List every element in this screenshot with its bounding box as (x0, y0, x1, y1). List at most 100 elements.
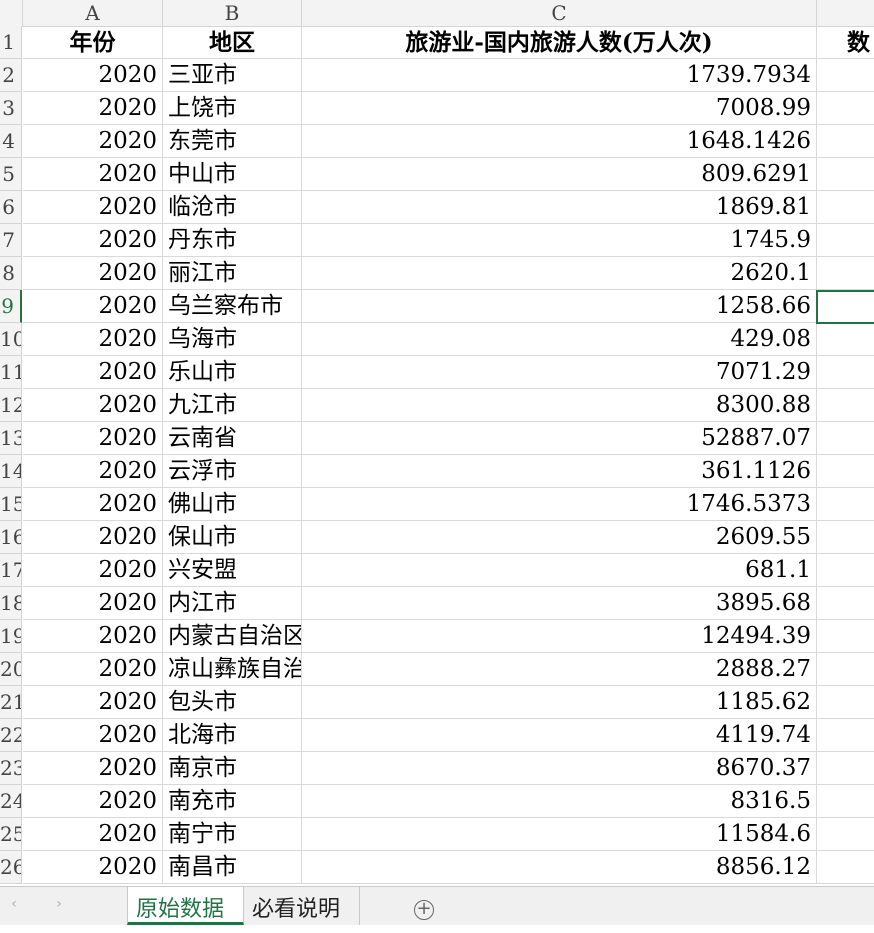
select-all-corner[interactable] (0, 0, 23, 26)
cell-region[interactable]: 三亚市 (163, 59, 302, 92)
row-number[interactable]: 13 (0, 422, 22, 455)
row-number[interactable]: 21 (0, 686, 22, 719)
cell-region[interactable]: 上饶市 (163, 92, 302, 125)
cell-d[interactable] (817, 158, 874, 191)
cell-d[interactable] (817, 191, 874, 224)
cell-d[interactable] (817, 455, 874, 488)
column-header-a[interactable]: A (23, 0, 163, 26)
cell-tourists[interactable]: 12494.39 (302, 620, 817, 653)
column-header-d[interactable] (817, 0, 874, 26)
row-number[interactable]: 24 (0, 785, 22, 818)
cell-tourists[interactable]: 7008.99 (302, 92, 817, 125)
cell-tourists[interactable]: 429.08 (302, 323, 817, 356)
header-cell-d[interactable]: 数 (817, 26, 874, 59)
cell-d[interactable] (817, 290, 874, 323)
cell-d[interactable] (817, 356, 874, 389)
column-header-c[interactable]: C (302, 0, 817, 26)
cell-d[interactable] (817, 92, 874, 125)
row-number[interactable]: 4 (0, 125, 22, 158)
cell-year[interactable]: 2020 (23, 818, 163, 851)
cell-region[interactable]: 南充市 (163, 785, 302, 818)
cell-d[interactable] (817, 257, 874, 290)
row-number[interactable]: 1 (0, 26, 22, 59)
cell-year[interactable]: 2020 (23, 455, 163, 488)
cell-region[interactable]: 南宁市 (163, 818, 302, 851)
row-number[interactable]: 6 (0, 191, 22, 224)
row-number[interactable]: 9 (0, 290, 22, 323)
cell-region[interactable]: 乌海市 (163, 323, 302, 356)
cell-d[interactable] (817, 785, 874, 818)
cell-region[interactable]: 九江市 (163, 389, 302, 422)
cell-region[interactable]: 中山市 (163, 158, 302, 191)
column-header-b[interactable]: B (163, 0, 302, 26)
row-number[interactable]: 12 (0, 389, 22, 422)
cell-year[interactable]: 2020 (23, 323, 163, 356)
cell-tourists[interactable]: 8300.88 (302, 389, 817, 422)
cell-d[interactable] (817, 653, 874, 686)
cell-region[interactable]: 北海市 (163, 719, 302, 752)
cell-tourists[interactable]: 1739.7934 (302, 59, 817, 92)
cell-year[interactable]: 2020 (23, 290, 163, 323)
row-number[interactable]: 23 (0, 752, 22, 785)
row-number[interactable]: 5 (0, 158, 22, 191)
row-number[interactable]: 10 (0, 323, 22, 356)
cell-region[interactable]: 乌兰察布市 (163, 290, 302, 323)
cell-region[interactable]: 东莞市 (163, 125, 302, 158)
cell-d[interactable] (817, 521, 874, 554)
add-sheet-icon[interactable]: + (414, 900, 434, 920)
cell-d[interactable] (817, 587, 874, 620)
header-cell-tourists[interactable]: 旅游业-国内旅游人数(万人次) (302, 26, 817, 59)
cell-year[interactable]: 2020 (23, 356, 163, 389)
cell-region[interactable]: 云南省 (163, 422, 302, 455)
cell-region[interactable]: 内江市 (163, 587, 302, 620)
cell-region[interactable]: 云浮市 (163, 455, 302, 488)
cell-region[interactable]: 佛山市 (163, 488, 302, 521)
cell-tourists[interactable]: 8316.5 (302, 785, 817, 818)
cell-d[interactable] (817, 488, 874, 521)
header-cell-region[interactable]: 地区 (163, 26, 302, 59)
cell-tourists[interactable]: 8670.37 (302, 752, 817, 785)
cell-d[interactable] (817, 851, 874, 884)
cell-year[interactable]: 2020 (23, 257, 163, 290)
cell-year[interactable]: 2020 (23, 488, 163, 521)
row-number[interactable]: 15 (0, 488, 22, 521)
cell-d[interactable] (817, 554, 874, 587)
cell-region[interactable]: 丽江市 (163, 257, 302, 290)
cell-year[interactable]: 2020 (23, 620, 163, 653)
cell-tourists[interactable]: 2888.27 (302, 653, 817, 686)
header-cell-year[interactable]: 年份 (23, 26, 163, 59)
cell-year[interactable]: 2020 (23, 521, 163, 554)
cell-tourists[interactable]: 52887.07 (302, 422, 817, 455)
next-sheet-icon[interactable]: › (49, 896, 69, 912)
cell-year[interactable]: 2020 (23, 59, 163, 92)
cell-d[interactable] (817, 752, 874, 785)
cell-d[interactable] (817, 323, 874, 356)
cell-region[interactable]: 南京市 (163, 752, 302, 785)
cell-tourists[interactable]: 2620.1 (302, 257, 817, 290)
cell-year[interactable]: 2020 (23, 785, 163, 818)
cell-tourists[interactable]: 1648.1426 (302, 125, 817, 158)
cell-d[interactable] (817, 389, 874, 422)
row-number[interactable]: 2 (0, 59, 22, 92)
cell-tourists[interactable]: 1745.9 (302, 224, 817, 257)
row-number[interactable]: 20 (0, 653, 22, 686)
cell-tourists[interactable]: 361.1126 (302, 455, 817, 488)
cell-year[interactable]: 2020 (23, 224, 163, 257)
row-number[interactable]: 17 (0, 554, 22, 587)
cell-year[interactable]: 2020 (23, 191, 163, 224)
row-number[interactable]: 14 (0, 455, 22, 488)
cell-year[interactable]: 2020 (23, 587, 163, 620)
cell-region[interactable]: 内蒙古自治区 (163, 620, 302, 653)
cell-tourists[interactable]: 1746.5373 (302, 488, 817, 521)
cell-region[interactable]: 保山市 (163, 521, 302, 554)
cell-d[interactable] (817, 125, 874, 158)
cell-region[interactable]: 临沧市 (163, 191, 302, 224)
row-number[interactable]: 22 (0, 719, 22, 752)
cell-d[interactable] (817, 719, 874, 752)
row-number[interactable]: 18 (0, 587, 22, 620)
cell-year[interactable]: 2020 (23, 389, 163, 422)
cell-region[interactable]: 兴安盟 (163, 554, 302, 587)
cell-region[interactable]: 包头市 (163, 686, 302, 719)
cell-d[interactable] (817, 59, 874, 92)
cell-year[interactable]: 2020 (23, 719, 163, 752)
